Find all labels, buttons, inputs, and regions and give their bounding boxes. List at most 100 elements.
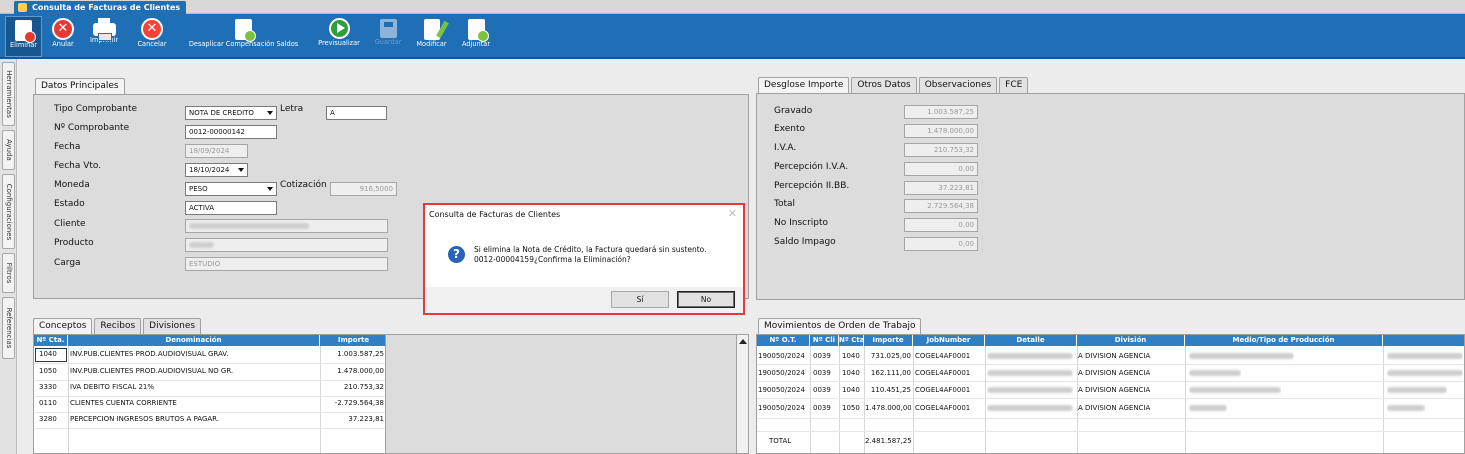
- table-cell[interactable]: 190050/2024: [758, 349, 805, 364]
- dialog-message: Si elimina la Nota de Crédito, la Factur…: [474, 245, 744, 265]
- modificar-button[interactable]: Modificar: [409, 16, 454, 57]
- table-cell[interactable]: 0039: [813, 366, 831, 381]
- col-nro-cta[interactable]: Nº Cta: [839, 335, 864, 346]
- close-icon[interactable]: ✕: [728, 207, 737, 220]
- eliminar-button[interactable]: Eliminar: [5, 16, 42, 57]
- movimientos-grid: Nº O.T. Nº Cli Nº Cta Importe JobNumber …: [756, 334, 1465, 454]
- window-tab[interactable]: Consulta de Facturas de Clientes: [14, 1, 187, 14]
- table-cell[interactable]: 0039: [813, 349, 831, 364]
- no-button[interactable]: No: [677, 291, 735, 308]
- col-nro-cta[interactable]: Nº Cta.: [34, 335, 68, 346]
- imprimir-button[interactable]: Imprimir: [84, 16, 124, 57]
- carga-field: ESTUDIO: [185, 257, 388, 271]
- tab-divisiones[interactable]: Divisiones: [143, 318, 202, 334]
- table-cell[interactable]: 3280: [39, 412, 57, 427]
- tab-fce[interactable]: FCE: [999, 77, 1029, 93]
- cancelar-button[interactable]: ✕ Cancelar: [128, 16, 176, 57]
- nro-comprobante-field[interactable]: 0012-00000142: [185, 125, 277, 139]
- col-jobnumber[interactable]: JobNumber: [913, 335, 985, 346]
- table-cell[interactable]: 1.003.587,25: [322, 347, 384, 362]
- scroll-up-icon[interactable]: [739, 339, 747, 344]
- col-detalle[interactable]: Detalle: [985, 335, 1077, 346]
- tab-desglose-importe[interactable]: Desglose Importe: [758, 77, 850, 94]
- side-tab-filtros[interactable]: Filtros: [2, 253, 15, 293]
- tab-datos-principales[interactable]: Datos Principales: [35, 78, 125, 95]
- table-cell[interactable]: COGEL4AF0001: [915, 366, 970, 381]
- adjuntar-button[interactable]: Adjuntar: [456, 16, 496, 57]
- table-cell[interactable]: A DIVISION AGENCIA: [1078, 401, 1150, 416]
- table-cell[interactable]: 210.753,32: [322, 380, 384, 395]
- total-value: 2.729.564,38: [904, 199, 978, 213]
- table-cell[interactable]: PERCEPCION INGRESOS BRUTOS A PAGAR.: [70, 412, 219, 427]
- table-cell[interactable]: 190050/2024: [758, 366, 805, 381]
- table-cell[interactable]: INV.PUB.CLIENTES PROD.AUDIOVISUAL GRAV.: [70, 347, 228, 362]
- yes-button[interactable]: Sí: [611, 291, 669, 308]
- table-cell[interactable]: COGEL4AF0001: [915, 349, 970, 364]
- side-tab-herramientas[interactable]: Herramientas: [2, 62, 15, 126]
- col-medio-tipo-produccion[interactable]: Medio/Tipo de Producción: [1185, 335, 1383, 346]
- table-cell[interactable]: 1040: [842, 366, 860, 381]
- row-divider: [757, 431, 1464, 432]
- table-cell[interactable]: 1050: [842, 401, 860, 416]
- cliente-label: Cliente: [54, 219, 86, 229]
- cliente-field: [185, 219, 388, 233]
- moneda-label: Moneda: [54, 180, 90, 190]
- table-cell[interactable]: 162.111,00: [865, 366, 911, 381]
- table-cell[interactable]: 0039: [813, 401, 831, 416]
- table-cell[interactable]: INV.PUB.CLIENTES PROD.AUDIOVISUAL NO GR.: [70, 364, 233, 379]
- table-cell[interactable]: 190050/2024: [758, 383, 805, 398]
- redacted-text: [1189, 353, 1294, 359]
- table-cell[interactable]: 1040: [39, 347, 57, 362]
- side-tab-configuraciones[interactable]: Configuraciones: [2, 174, 15, 249]
- table-cell[interactable]: 731.025,00: [865, 349, 911, 364]
- anular-button[interactable]: ✕ Anular: [46, 16, 80, 57]
- table-cell[interactable]: 1040: [842, 349, 860, 364]
- table-cell[interactable]: 1.478.000,00: [865, 401, 911, 416]
- side-tab-referencias[interactable]: Referencias: [2, 297, 15, 359]
- cotizacion-field: 916,5000: [330, 182, 397, 196]
- previsualizar-button[interactable]: Previsualizar: [311, 16, 367, 57]
- tab-recibos[interactable]: Recibos: [94, 318, 142, 334]
- table-cell[interactable]: 37.223,81: [322, 412, 384, 427]
- col-importe[interactable]: Importe: [864, 335, 913, 346]
- table-cell[interactable]: 1.478.000,00: [322, 364, 384, 379]
- vertical-scrollbar[interactable]: [736, 334, 749, 454]
- col-nro-cli[interactable]: Nº Cli: [810, 335, 839, 346]
- table-cell[interactable]: 0110: [39, 396, 57, 411]
- fecha-field: 18/09/2024: [185, 144, 248, 158]
- side-tab-ayuda[interactable]: Ayuda: [2, 130, 15, 170]
- desaplicar-button[interactable]: Desaplicar Compensación Saldos: [178, 16, 309, 57]
- table-cell[interactable]: 110.451,25: [865, 383, 911, 398]
- tab-movimientos-ot[interactable]: Movimientos de Orden de Trabajo: [758, 318, 922, 335]
- tipo-comprobante-select[interactable]: NOTA DE CREDITO: [185, 106, 277, 120]
- modificar-label: Modificar: [416, 40, 447, 48]
- col-division[interactable]: División: [1077, 335, 1185, 346]
- moneda-select[interactable]: PESO: [185, 182, 277, 196]
- table-cell[interactable]: 3330: [39, 380, 57, 395]
- fecha-vto-picker[interactable]: 18/10/2024: [185, 163, 248, 177]
- tab-otros-datos[interactable]: Otros Datos: [851, 77, 917, 93]
- table-cell[interactable]: COGEL4AF0001: [915, 401, 970, 416]
- table-cell[interactable]: A DIVISION AGENCIA: [1078, 383, 1150, 398]
- table-cell[interactable]: 190050/2024: [758, 401, 805, 416]
- table-cell[interactable]: 0039: [813, 383, 831, 398]
- table-cell[interactable]: CLIENTES CUENTA CORRIENTE: [70, 396, 177, 411]
- col-extra[interactable]: [1383, 335, 1464, 346]
- table-cell[interactable]: -2.729.564,38: [322, 396, 384, 411]
- tab-conceptos[interactable]: Conceptos: [33, 318, 93, 335]
- unapply-doc-icon: [235, 19, 256, 42]
- previsualizar-label: Previsualizar: [318, 39, 360, 47]
- table-cell[interactable]: IVA DEBITO FISCAL 21%: [70, 380, 154, 395]
- table-cell[interactable]: A DIVISION AGENCIA: [1078, 349, 1150, 364]
- table-cell[interactable]: A DIVISION AGENCIA: [1078, 366, 1150, 381]
- guardar-button[interactable]: Guardar: [370, 16, 406, 57]
- table-cell[interactable]: COGEL4AF0001: [915, 383, 970, 398]
- col-denominacion[interactable]: Denominación: [68, 335, 320, 346]
- table-cell: [987, 401, 1073, 416]
- table-cell[interactable]: 1050: [39, 364, 57, 379]
- col-importe[interactable]: Importe: [320, 335, 385, 346]
- table-cell[interactable]: 1040: [842, 383, 860, 398]
- letra-field[interactable]: A: [326, 106, 387, 120]
- tab-observaciones[interactable]: Observaciones: [918, 77, 998, 93]
- col-nro-ot[interactable]: Nº O.T.: [757, 335, 810, 346]
